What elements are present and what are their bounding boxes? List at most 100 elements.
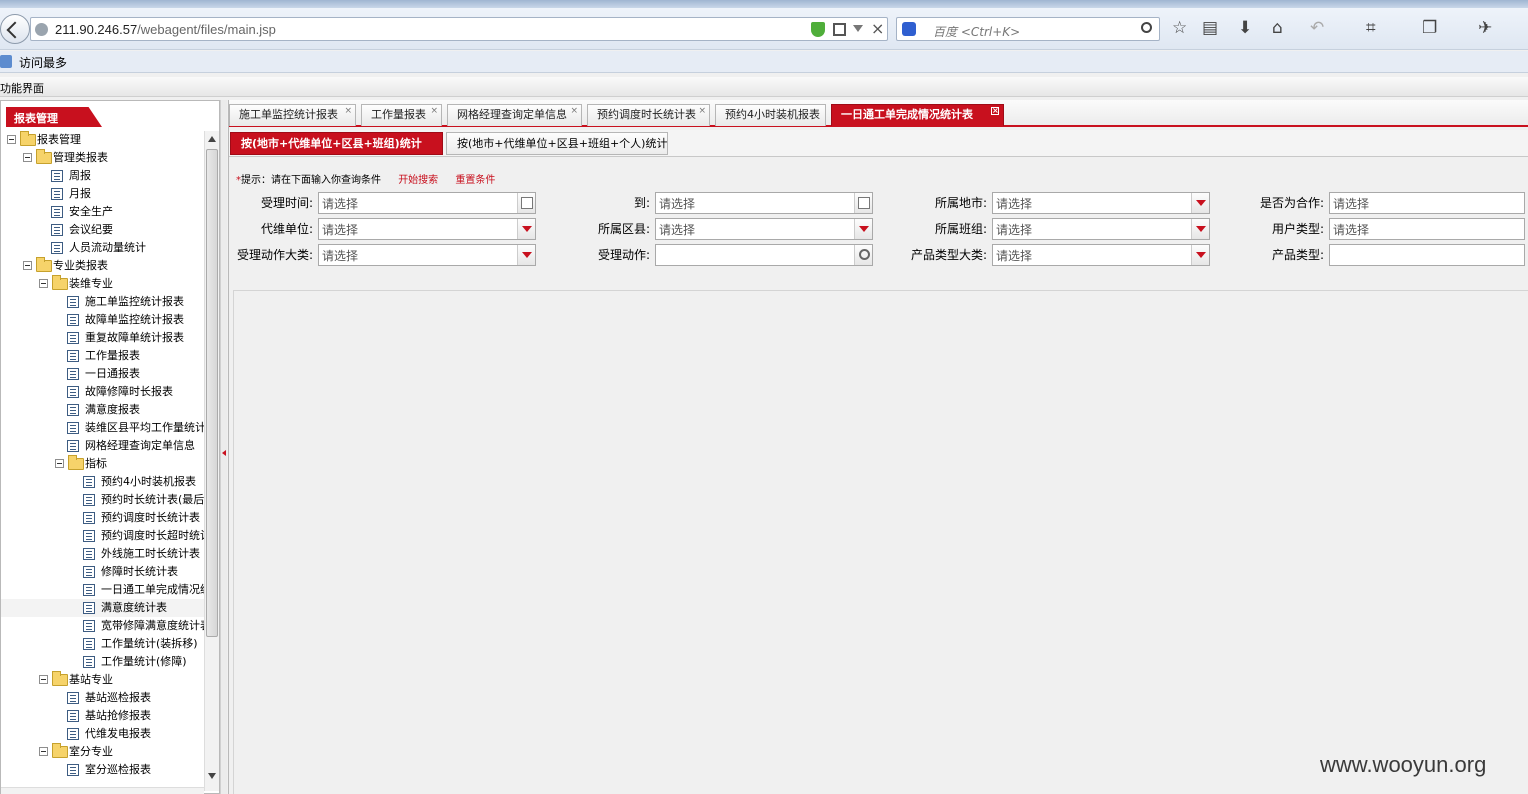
reset-conditions-link[interactable]: 重置条件 bbox=[455, 175, 495, 186]
form-input[interactable] bbox=[319, 193, 535, 213]
shield-icon[interactable] bbox=[811, 22, 825, 37]
subtab-by-person[interactable]: 按(地市+代维单位+区县+班组+个人)统计 bbox=[446, 132, 668, 155]
report-tab[interactable]: 工作量报表 × bbox=[361, 104, 442, 126]
tree-item[interactable]: 一日通报表 bbox=[1, 365, 205, 383]
collapse-toggle-icon[interactable] bbox=[39, 675, 48, 684]
scroll-thumb[interactable] bbox=[206, 149, 218, 637]
tab-close-icon[interactable]: × bbox=[570, 101, 578, 121]
tree-item[interactable]: 会议纪要 bbox=[1, 221, 205, 239]
form-field[interactable] bbox=[992, 218, 1210, 240]
search-bar[interactable]: 百度 <Ctrl+K> bbox=[896, 17, 1160, 41]
url-dropdown-icon[interactable] bbox=[853, 25, 863, 32]
tree-item[interactable]: 预约调度时长超时统计 bbox=[1, 527, 205, 545]
tree-horizontal-scrollbar[interactable] bbox=[1, 787, 204, 794]
form-input[interactable] bbox=[993, 193, 1209, 213]
tree-item[interactable]: 装维区县平均工作量统计 bbox=[1, 419, 205, 437]
tree-folder[interactable]: 报表管理 bbox=[1, 131, 205, 149]
form-input[interactable] bbox=[1330, 219, 1524, 239]
form-field[interactable] bbox=[992, 244, 1210, 266]
tree-item[interactable]: 人员流动量统计 bbox=[1, 239, 205, 257]
tree-item[interactable]: 重复故障单统计报表 bbox=[1, 329, 205, 347]
tree-item[interactable]: 满意度统计表 bbox=[1, 599, 205, 617]
tree-folder[interactable]: 专业类报表 bbox=[1, 257, 205, 275]
tree-item[interactable]: 故障单监控统计报表 bbox=[1, 311, 205, 329]
form-input[interactable] bbox=[1330, 245, 1524, 265]
tree-item[interactable]: 基站巡检报表 bbox=[1, 689, 205, 707]
tree-item[interactable]: 外线施工时长统计表 bbox=[1, 545, 205, 563]
tree-item[interactable]: 一日通工单完成情况统 bbox=[1, 581, 205, 599]
tree-folder[interactable]: 管理类报表 bbox=[1, 149, 205, 167]
tree-item[interactable]: 工作量统计(修障) bbox=[1, 653, 205, 671]
tabs-icon[interactable]: ❐ bbox=[1422, 18, 1437, 38]
report-tab[interactable]: 预约调度时长统计表 × bbox=[587, 104, 710, 126]
calendar-icon[interactable] bbox=[517, 193, 535, 213]
tree-item[interactable]: 预约时长统计表(最后 bbox=[1, 491, 205, 509]
tree-folder[interactable]: 基站专业 bbox=[1, 671, 205, 689]
tree-folder[interactable]: 装维专业 bbox=[1, 275, 205, 293]
close-icon[interactable]: × bbox=[871, 19, 884, 38]
tree-item[interactable]: 修障时长统计表 bbox=[1, 563, 205, 581]
crop-icon[interactable]: ⌗ bbox=[1366, 18, 1376, 38]
form-input[interactable] bbox=[1330, 193, 1524, 213]
tree-item[interactable]: 安全生产 bbox=[1, 203, 205, 221]
tree-item[interactable]: 月报 bbox=[1, 185, 205, 203]
tab-close-icon[interactable]: × bbox=[991, 107, 999, 115]
dropdown-arrow-icon[interactable] bbox=[1191, 193, 1209, 213]
tree-item[interactable]: 故障修障时长报表 bbox=[1, 383, 205, 401]
form-input[interactable] bbox=[656, 219, 872, 239]
form-field[interactable] bbox=[655, 192, 873, 214]
back-button[interactable] bbox=[0, 14, 30, 44]
tree-item[interactable]: 工作量报表 bbox=[1, 347, 205, 365]
form-field[interactable] bbox=[1329, 218, 1525, 240]
collapse-toggle-icon[interactable] bbox=[39, 279, 48, 288]
form-field[interactable] bbox=[655, 218, 873, 240]
report-tab[interactable]: 一日通工单完成情况统计表 × bbox=[831, 104, 1004, 126]
tree-item[interactable]: 满意度报表 bbox=[1, 401, 205, 419]
search-icon[interactable] bbox=[854, 245, 872, 265]
tree-item[interactable]: 施工单监控统计报表 bbox=[1, 293, 205, 311]
start-search-link[interactable]: 开始搜索 bbox=[398, 175, 438, 186]
form-input[interactable] bbox=[993, 245, 1209, 265]
tree-item[interactable]: 预约4小时装机报表 bbox=[1, 473, 205, 491]
tree-item[interactable]: 网格经理查询定单信息 bbox=[1, 437, 205, 455]
panel-splitter[interactable] bbox=[220, 100, 227, 794]
dropdown-arrow-icon[interactable] bbox=[517, 245, 535, 265]
collapse-toggle-icon[interactable] bbox=[55, 459, 64, 468]
form-input[interactable] bbox=[656, 245, 872, 265]
site-identity-icon[interactable] bbox=[35, 23, 48, 36]
report-tab[interactable]: 网格经理查询定单信息 × bbox=[447, 104, 582, 126]
tree-item[interactable]: 工作量统计(装拆移) bbox=[1, 635, 205, 653]
dropdown-arrow-icon[interactable] bbox=[854, 219, 872, 239]
dropdown-arrow-icon[interactable] bbox=[1191, 245, 1209, 265]
bookmark-most-visited[interactable]: 访问最多 bbox=[19, 54, 67, 71]
undo-icon[interactable]: ↶ bbox=[1310, 18, 1324, 38]
search-icon[interactable] bbox=[1141, 22, 1152, 33]
tree-item[interactable]: 周报 bbox=[1, 167, 205, 185]
form-field[interactable] bbox=[1329, 244, 1525, 266]
reading-list-icon[interactable]: ▤ bbox=[1202, 18, 1218, 38]
tab-close-icon[interactable]: × bbox=[430, 101, 438, 121]
collapse-toggle-icon[interactable] bbox=[23, 153, 32, 162]
form-input[interactable] bbox=[656, 193, 872, 213]
form-field[interactable] bbox=[318, 244, 536, 266]
tree-item[interactable]: 基站抢修报表 bbox=[1, 707, 205, 725]
home-icon[interactable]: ⌂ bbox=[1272, 18, 1283, 38]
subtab-by-team[interactable]: 按(地市+代维单位+区县+班组)统计 bbox=[230, 132, 443, 155]
collapse-toggle-icon[interactable] bbox=[7, 135, 16, 144]
scroll-down-icon[interactable] bbox=[208, 773, 216, 779]
qr-code-icon[interactable] bbox=[833, 23, 846, 36]
form-field[interactable] bbox=[992, 192, 1210, 214]
search-engine-icon[interactable] bbox=[902, 22, 916, 36]
report-tab[interactable]: 预约4小时装机报表 bbox=[715, 104, 826, 126]
url-bar[interactable]: 211.90.246.57/webagent/files/main.jsp × bbox=[30, 17, 888, 41]
dropdown-arrow-icon[interactable] bbox=[1191, 219, 1209, 239]
extension-icon[interactable]: ✈ bbox=[1478, 18, 1492, 38]
form-input[interactable] bbox=[993, 219, 1209, 239]
download-icon[interactable]: ⬇ bbox=[1238, 18, 1252, 38]
tree-item[interactable]: 宽带修障满意度统计表 bbox=[1, 617, 205, 635]
tree-vertical-scrollbar[interactable] bbox=[204, 131, 219, 791]
tree-item[interactable]: 室分巡检报表 bbox=[1, 761, 205, 779]
form-field[interactable] bbox=[318, 192, 536, 214]
tab-close-icon[interactable]: × bbox=[698, 101, 706, 121]
form-input[interactable] bbox=[319, 219, 535, 239]
